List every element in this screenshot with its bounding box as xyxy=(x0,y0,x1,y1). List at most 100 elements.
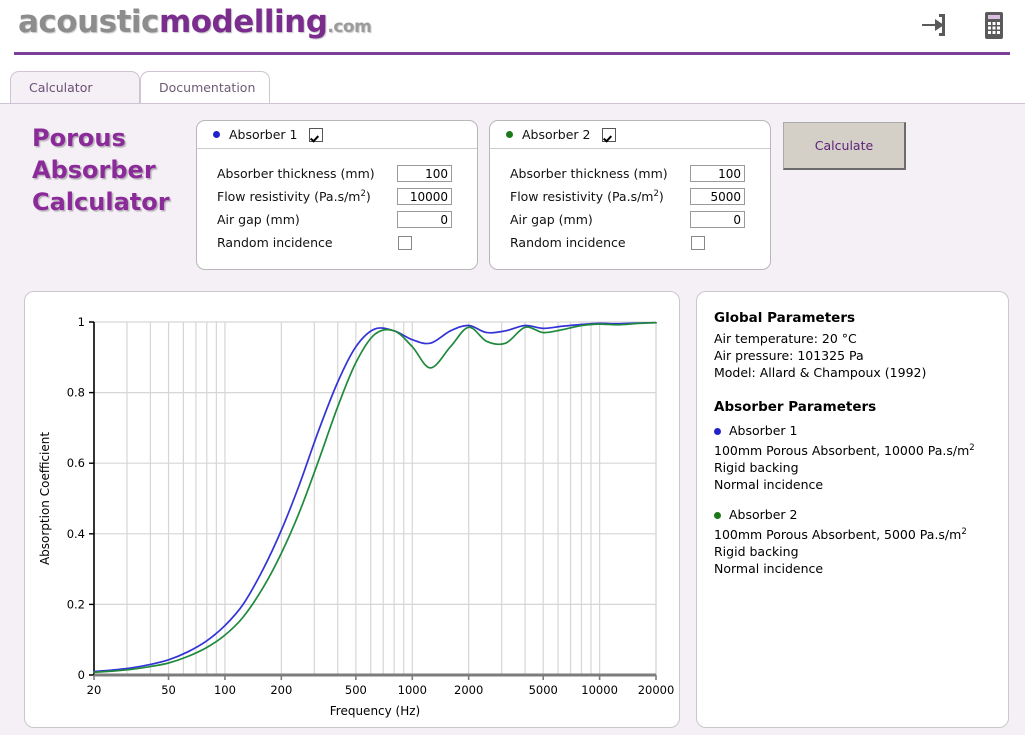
absorber-1-color-dot xyxy=(213,131,220,138)
absorber-1-flowres-input[interactable] xyxy=(397,188,452,205)
absorber-1-flowres-label: Flow resistivity (Pa.s/m2) xyxy=(217,189,397,204)
absorber-2-summary-spec-base: 100mm Porous Absorbent, 5000 Pa.s/m xyxy=(714,527,962,543)
absorber-2-color-dot xyxy=(506,131,513,138)
svg-text:50: 50 xyxy=(161,683,176,697)
absorber-1-flowres-row: Flow resistivity (Pa.s/m2) xyxy=(217,185,477,208)
absorber-2-summary: Absorber 2 100mm Porous Absorbent, 5000 … xyxy=(714,506,992,577)
absorber-2-thickness-row: Absorber thickness (mm) xyxy=(510,162,770,185)
absorber-1-thickness-row: Absorber thickness (mm) xyxy=(217,162,477,185)
absorber-1-legend-label: Absorber 1 xyxy=(729,423,798,438)
absorber-1-enable-checkbox[interactable] xyxy=(309,127,324,142)
absorber-1-summary-spec-base: 100mm Porous Absorbent, 10000 Pa.s/m xyxy=(714,443,970,459)
tab-documentation[interactable]: Documentation xyxy=(140,71,270,103)
absorber-1-header: Absorber 1 xyxy=(197,121,477,149)
calculate-button-label: Calculate xyxy=(814,138,874,153)
absorber-2-random-label: Random incidence xyxy=(510,235,626,250)
tab-documentation-label: Documentation xyxy=(159,80,256,95)
absorber-2-fields: Absorber thickness (mm) Flow resistivity… xyxy=(490,149,770,254)
global-param-temperature: Air temperature: 20 °C xyxy=(714,331,857,346)
absorber-1-thickness-input[interactable] xyxy=(397,165,452,182)
absorber-parameters-heading: Absorber Parameters xyxy=(714,399,877,415)
absorber-1-airgap-row: Air gap (mm) xyxy=(217,208,477,231)
parameters-panel: Global Parameters Air temperature: 20 °C… xyxy=(696,291,1009,728)
absorption-chart: 0 0.2 0.4 0.6 0.8 1 20 50 100 200 500 1000 2000 5000 1… xyxy=(38,315,675,718)
svg-text:0.2: 0.2 xyxy=(67,597,85,611)
absorber-2-panel: Absorber 2 Absorber thickness (mm) Flow … xyxy=(489,120,771,270)
svg-text:20000: 20000 xyxy=(638,683,675,697)
absorber-2-airgap-row: Air gap (mm) xyxy=(510,208,770,231)
svg-text:1: 1 xyxy=(78,315,85,329)
absorber-2-summary-incidence: Normal incidence xyxy=(714,561,824,577)
svg-text:0.8: 0.8 xyxy=(67,386,85,400)
site-header: acousticmodelling.com xyxy=(0,0,1025,56)
absorber-1-random-checkbox[interactable] xyxy=(398,235,412,250)
page-title-line-1: Porous xyxy=(32,124,126,152)
absorber-1-panel: Absorber 1 Absorber thickness (mm) Flow … xyxy=(196,120,478,270)
absorber-2-header: Absorber 2 xyxy=(490,121,770,149)
svg-text:5000: 5000 xyxy=(529,683,558,697)
absorber-2-flowres-label: Flow resistivity (Pa.s/m2) xyxy=(510,189,690,204)
absorber-2-summary-spec-sup: 2 xyxy=(961,527,967,538)
page-title-line-2: Absorber xyxy=(32,156,156,184)
absorber-1-summary-incidence: Normal incidence xyxy=(714,477,824,493)
absorber-2-enable-checkbox[interactable] xyxy=(602,127,617,142)
absorber-1-fields: Absorber thickness (mm) Flow resistivity… xyxy=(197,149,477,254)
tab-bar: Calculator Documentation xyxy=(0,71,1025,104)
absorption-chart-panel: 0 0.2 0.4 0.6 0.8 1 20 50 100 200 500 1000 2000 5000 1… xyxy=(24,291,680,728)
header-icon-group xyxy=(917,8,1011,42)
absorber-1-title: Absorber 1 xyxy=(229,127,298,142)
site-logo: acousticmodelling.com xyxy=(18,4,372,40)
tab-calculator[interactable]: Calculator xyxy=(10,71,140,103)
svg-text:0.4: 0.4 xyxy=(67,527,85,541)
logo-text-com: .com xyxy=(327,17,372,37)
absorber-1-flowres-label-tail: ) xyxy=(365,189,371,205)
tab-calculator-label: Calculator xyxy=(29,80,93,95)
absorber-1-summary: Absorber 1 100mm Porous Absorbent, 10000… xyxy=(714,422,992,493)
absorber-1-random-row: Random incidence xyxy=(217,231,477,254)
absorber-2-airgap-label: Air gap (mm) xyxy=(510,212,593,227)
absorber-1-airgap-label: Air gap (mm) xyxy=(217,212,300,227)
absorber-1-legend: Absorber 1 xyxy=(714,422,992,440)
absorber-1-thickness-label: Absorber thickness (mm) xyxy=(217,166,375,181)
global-param-model: Model: Allard & Champoux (1992) xyxy=(714,365,927,380)
absorber-2-random-checkbox[interactable] xyxy=(691,235,705,250)
logo-text-acoustic: acoustic xyxy=(18,4,159,40)
svg-text:200: 200 xyxy=(270,683,292,697)
absorber-1-summary-spec: 100mm Porous Absorbent, 10000 Pa.s/m2 xyxy=(714,440,992,459)
calculator-icon[interactable] xyxy=(977,8,1011,42)
svg-text:2000: 2000 xyxy=(454,683,483,697)
svg-text:500: 500 xyxy=(345,683,367,697)
absorber-2-flowres-input[interactable] xyxy=(690,188,745,205)
absorber-1-summary-backing: Rigid backing xyxy=(714,460,799,476)
absorber-1-flowres-label-base: Flow resistivity (Pa.s/m xyxy=(217,189,361,205)
svg-text:100: 100 xyxy=(214,683,236,697)
svg-text:Frequency (Hz): Frequency (Hz) xyxy=(330,704,421,718)
absorber-1-random-label: Random incidence xyxy=(217,235,333,250)
absorber-2-airgap-input[interactable] xyxy=(690,211,745,228)
absorber-2-flowres-label-base: Flow resistivity (Pa.s/m xyxy=(510,189,654,205)
absorber-2-legend-dot xyxy=(714,511,721,519)
page-title-line-3: Calculator xyxy=(32,188,170,216)
absorber-2-thickness-input[interactable] xyxy=(690,165,745,182)
absorber-2-flowres-label-tail: ) xyxy=(658,189,664,205)
svg-text:10000: 10000 xyxy=(581,683,618,697)
absorber-2-legend-label: Absorber 2 xyxy=(729,507,798,523)
absorber-2-summary-backing: Rigid backing xyxy=(714,544,799,560)
absorber-2-summary-spec: 100mm Porous Absorbent, 5000 Pa.s/m2 xyxy=(714,524,992,543)
global-parameters-heading: Global Parameters xyxy=(714,310,856,326)
absorber-2-flowres-row: Flow resistivity (Pa.s/m2) xyxy=(510,185,770,208)
login-icon[interactable] xyxy=(917,8,951,42)
calculate-button[interactable]: Calculate xyxy=(783,122,906,170)
logo-text-modelling: modelling xyxy=(158,4,328,40)
page-title: Porous Absorber Calculator xyxy=(32,122,202,218)
svg-text:0: 0 xyxy=(78,668,85,682)
absorber-2-legend: Absorber 2 xyxy=(714,506,992,524)
absorber-1-airgap-input[interactable] xyxy=(397,211,452,228)
svg-text:1000: 1000 xyxy=(398,683,427,697)
absorber-2-random-row: Random incidence xyxy=(510,231,770,254)
absorber-1-legend-dot xyxy=(714,427,721,435)
svg-text:Absorption Coefficient: Absorption Coefficient xyxy=(38,432,52,565)
header-divider xyxy=(14,52,1010,55)
absorber-2-thickness-label: Absorber thickness (mm) xyxy=(510,166,668,181)
absorber-1-summary-spec-sup: 2 xyxy=(969,443,975,453)
